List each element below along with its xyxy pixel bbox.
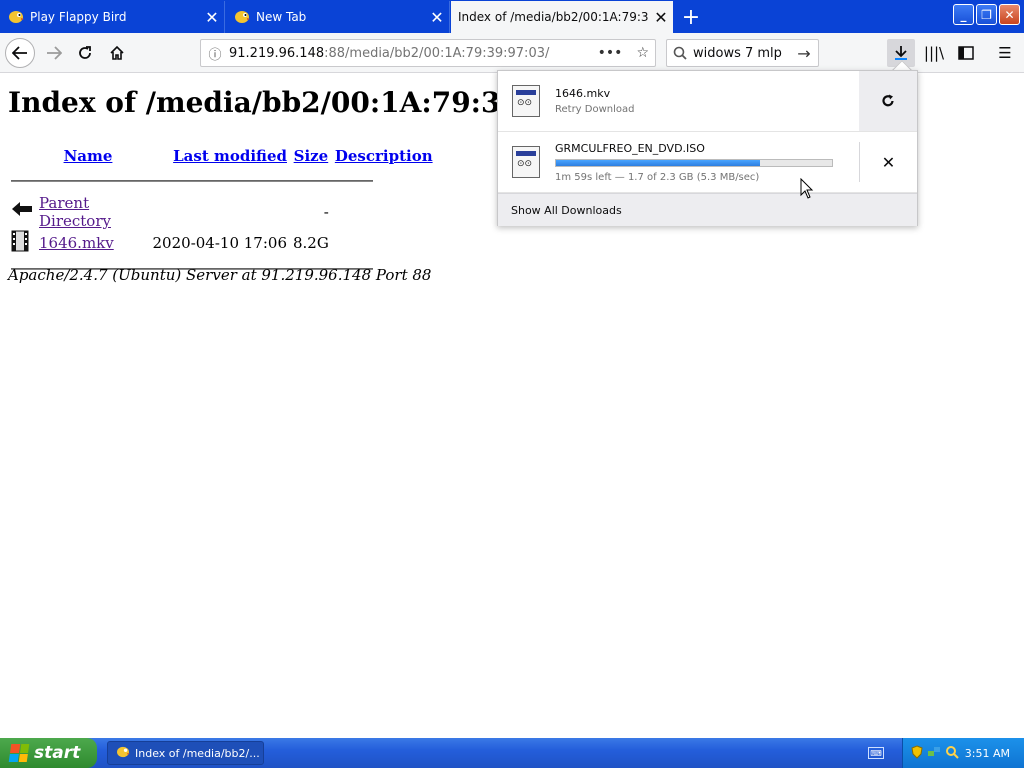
back-arrow-icon — [12, 46, 27, 60]
download-progress-bar — [555, 159, 833, 167]
firefox-icon — [234, 9, 250, 25]
mouse-cursor-icon — [800, 178, 814, 199]
last-modified-cell — [140, 194, 290, 230]
tab-index-of-media[interactable]: Index of /media/bb2/00:1A:79:39:97:03/ ✕ — [451, 1, 673, 33]
tab-label: New Tab — [256, 10, 307, 24]
tab-flappy-bird[interactable]: Play Flappy Bird ✕ — [0, 1, 225, 33]
server-signature: Apache/2.4.7 (Ubuntu) Server at 91.219.9… — [8, 266, 432, 284]
reload-icon — [79, 46, 91, 59]
forward-arrow-icon — [47, 46, 62, 60]
description-cell — [332, 194, 436, 230]
clock: 3:51 AM — [964, 746, 1010, 760]
file-icon: ⊙⊙ — [512, 85, 540, 117]
download-item[interactable]: ⊙⊙ GRMCULFREO_EN_DVD.ISO 1m 59s left — 1… — [498, 132, 917, 193]
start-label: start — [34, 743, 81, 763]
retry-download-button[interactable] — [859, 71, 917, 131]
taskbar-item-label: Index of /media/bb2/... — [135, 746, 260, 760]
search-go-icon[interactable]: → — [790, 44, 818, 63]
back-button[interactable] — [5, 38, 35, 68]
page-actions-icon[interactable]: ••• — [598, 45, 623, 61]
column-size-link[interactable]: Size — [294, 147, 329, 165]
bookmark-star-icon[interactable]: ☆ — [636, 45, 649, 61]
size-cell: - — [323, 203, 329, 221]
window-controls: _ ❐ ✕ — [953, 4, 1020, 25]
flappy-bird-icon — [8, 9, 24, 25]
tab-strip: Play Flappy Bird ✕ New Tab ✕ Index of /m… — [0, 0, 1024, 33]
start-button[interactable]: start — [0, 738, 97, 768]
firefox-icon — [116, 746, 130, 761]
last-modified-cell: 2020-04-10 17:06 — [152, 234, 287, 252]
table-row: 1646.mkv 2020-04-10 17:06 8.2G — [8, 230, 436, 256]
back-arrow-icon — [12, 202, 32, 216]
new-tab-button[interactable]: + — [676, 1, 706, 33]
download-item[interactable]: ⊙⊙ 1646.mkv Retry Download — [498, 71, 917, 132]
hamburger-menu-icon: ☰ — [998, 44, 1012, 62]
tab-label: Index of /media/bb2/00:1A:79:39:97:03/ — [458, 10, 649, 24]
taskbar-item-browser[interactable]: Index of /media/bb2/... — [107, 741, 264, 765]
tab-close-icon[interactable]: ✕ — [425, 5, 449, 29]
file-link-1646-mkv[interactable]: 1646.mkv — [39, 234, 114, 252]
table-row: Parent Directory - — [8, 194, 436, 230]
size-cell: 8.2G — [293, 234, 329, 252]
library-button[interactable]: |||\ — [920, 39, 948, 67]
column-description-link[interactable]: Description — [335, 147, 433, 165]
download-filename: GRMCULFREO_EN_DVD.ISO — [555, 142, 705, 155]
cancel-download-button[interactable]: ✕ — [859, 142, 917, 182]
home-button[interactable] — [103, 39, 131, 67]
tab-close-icon[interactable]: ✕ — [649, 5, 673, 29]
tab-new-tab[interactable]: New Tab ✕ — [226, 1, 450, 33]
restore-button[interactable]: ❐ — [976, 4, 997, 25]
parent-directory-link[interactable]: Parent Directory — [39, 194, 111, 230]
magnifier-icon[interactable] — [945, 745, 959, 762]
retry-icon — [882, 94, 894, 107]
download-progress-fill — [556, 160, 761, 166]
library-icon: |||\ — [923, 44, 945, 62]
column-name-link[interactable]: Name — [64, 147, 113, 165]
url-path: :88/media/bb2/00:1A:79:39:97:03/ — [324, 45, 550, 61]
column-last-modified-link[interactable]: Last modified — [173, 147, 287, 165]
download-status: 1m 59s left — 1.7 of 2.3 GB (5.3 MB/sec) — [555, 172, 760, 183]
menu-button[interactable]: ☰ — [991, 39, 1019, 67]
forward-button[interactable] — [40, 39, 68, 67]
navigation-toolbar: ⓘ 91.219.96.148:88/media/bb2/00:1A:79:39… — [0, 33, 1024, 73]
taskbar: start Index of /media/bb2/... ⌨ 3:51 AM — [0, 738, 1024, 768]
sidebar-button[interactable] — [952, 39, 980, 67]
url-host: 91.219.96.148 — [229, 45, 325, 61]
network-icon[interactable] — [927, 745, 941, 762]
security-shield-icon[interactable] — [911, 744, 923, 762]
sidebar-icon — [958, 46, 974, 60]
search-icon — [667, 46, 693, 60]
keyboard-icon[interactable]: ⌨ — [868, 747, 884, 759]
system-tray: 3:51 AM — [902, 738, 1024, 768]
divider — [11, 180, 373, 182]
film-icon — [11, 230, 29, 252]
cancel-icon: ✕ — [881, 152, 896, 172]
windows-logo-icon — [8, 744, 30, 762]
tab-label: Play Flappy Bird — [30, 10, 127, 24]
search-input[interactable]: widows 7 mlp — [693, 46, 790, 61]
download-filename: 1646.mkv — [555, 87, 611, 100]
home-icon — [110, 45, 124, 60]
show-all-downloads-button[interactable]: Show All Downloads — [498, 193, 917, 226]
description-cell — [332, 230, 436, 256]
listing-header-row: Name Last modified Size Description — [8, 144, 436, 168]
reload-button[interactable] — [71, 39, 99, 67]
directory-listing: Name Last modified Size Description Pare… — [8, 144, 436, 282]
show-all-downloads-label: Show All Downloads — [511, 203, 622, 217]
url-bar[interactable]: ⓘ 91.219.96.148:88/media/bb2/00:1A:79:39… — [200, 39, 656, 67]
site-info-icon[interactable]: ⓘ — [201, 44, 229, 63]
tab-close-icon[interactable]: ✕ — [200, 5, 224, 29]
minimize-button[interactable]: _ — [953, 4, 974, 25]
downloads-panel: ⊙⊙ 1646.mkv Retry Download ⊙⊙ GRMCULFREO… — [497, 70, 918, 226]
close-window-button[interactable]: ✕ — [999, 4, 1020, 25]
icon-column-header — [8, 144, 36, 168]
search-bar[interactable]: widows 7 mlp → — [666, 39, 819, 67]
download-arrow-icon — [895, 46, 907, 60]
file-icon: ⊙⊙ — [512, 146, 540, 178]
download-status: Retry Download — [555, 104, 635, 115]
